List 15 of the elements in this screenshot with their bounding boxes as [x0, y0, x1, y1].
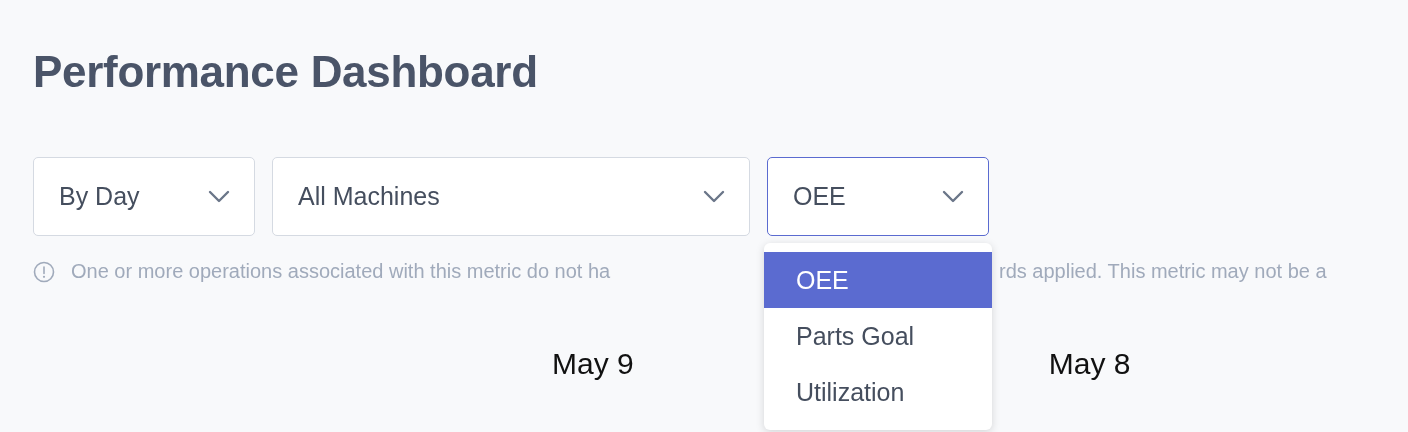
menu-option[interactable]: OEE — [764, 252, 992, 308]
chevron-down-icon — [942, 190, 964, 203]
menu-option[interactable]: Utilization — [764, 364, 992, 420]
info-icon — [33, 260, 55, 283]
filter-select[interactable]: All Machines — [272, 157, 750, 236]
chevron-down-icon — [703, 190, 725, 203]
notice-text: One or more operations associated with this metric do not ha — [71, 260, 611, 282]
chevron-down-icon — [208, 190, 230, 203]
date-label: May 8 — [1048, 347, 1131, 381]
filter-select[interactable]: By Day — [33, 157, 255, 236]
notice-text: rds applied. This metric may not be a — [999, 260, 1327, 283]
date-label: May 9 — [552, 347, 634, 381]
filter-select[interactable]: OEE — [767, 157, 989, 236]
menu-option[interactable]: Parts Goal — [764, 308, 992, 364]
page-title: Performance Dashboard — [33, 46, 539, 98]
